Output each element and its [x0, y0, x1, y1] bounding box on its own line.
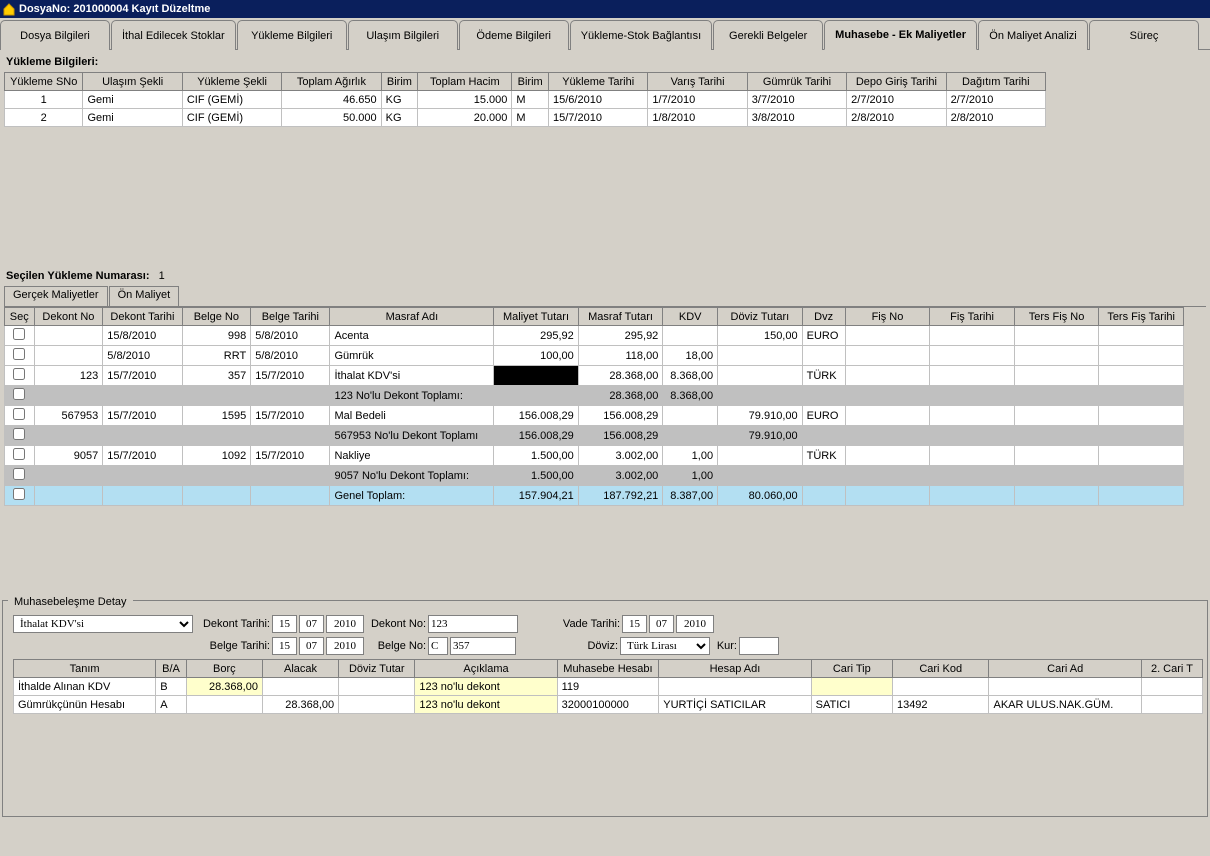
section1-title: Yükleme Bilgileri:: [4, 52, 1206, 72]
belge-no-prefix[interactable]: [428, 637, 448, 655]
table-row[interactable]: 123 No'lu Dekont Toplamı:28.368,008.368,…: [5, 386, 1184, 406]
vade-tarihi-label: Vade Tarihi:: [520, 618, 620, 630]
dekont-month[interactable]: [299, 615, 324, 633]
row-checkbox[interactable]: [13, 488, 25, 500]
dekont-tarihi-label: Dekont Tarihi:: [195, 618, 270, 630]
row-checkbox[interactable]: [13, 348, 25, 360]
tab--n-maliyet-analizi[interactable]: Ön Maliyet Analizi: [978, 20, 1088, 50]
belge-year[interactable]: [326, 637, 364, 655]
kur-input[interactable]: [739, 637, 779, 655]
dekont-year[interactable]: [326, 615, 364, 633]
detail-box: Muhasebeleşme Detay İthalat KDV'si Dekon…: [2, 600, 1208, 817]
table-row[interactable]: 5/8/2010RRT5/8/2010Gümrük100,00118,0018,…: [5, 346, 1184, 366]
cost-table: SeçDekont NoDekont TarihiBelge NoBelge T…: [4, 307, 1184, 506]
table-row[interactable]: 12315/7/201035715/7/2010İthalat KDV'si28…: [5, 366, 1184, 386]
belge-month[interactable]: [299, 637, 324, 655]
tab-dosya-bilgileri[interactable]: Dosya Bilgileri: [0, 20, 110, 50]
tab-gerekli-belgeler[interactable]: Gerekli Belgeler: [713, 20, 823, 50]
detail-type-select[interactable]: İthalat KDV'si: [13, 615, 193, 633]
table-row[interactable]: İthalde Alınan KDVB28.368,00123 no'lu de…: [14, 678, 1203, 696]
table-row[interactable]: 905715/7/2010109215/7/2010Nakliye1.500,0…: [5, 446, 1184, 466]
doviz-select[interactable]: Türk Lirası: [620, 637, 710, 655]
main-tabs: Dosya Bilgileriİthal Edilecek StoklarYük…: [0, 18, 1210, 50]
belge-day[interactable]: [272, 637, 297, 655]
row-checkbox[interactable]: [13, 328, 25, 340]
belge-tarihi-label: Belge Tarihi:: [195, 640, 270, 652]
dekont-no-input[interactable]: [428, 615, 518, 633]
dekont-day[interactable]: [272, 615, 297, 633]
tab-y-kleme-stok-ba-lant-s-[interactable]: Yükleme-Stok Bağlantısı: [570, 20, 712, 50]
selected-load-label: Seçilen Yükleme Numarası: 1: [4, 266, 1206, 286]
tab--deme-bilgileri[interactable]: Ödeme Bilgileri: [459, 20, 569, 50]
table-row[interactable]: 1GemiCIF (GEMİ)46.650KG15.000M15/6/20101…: [5, 91, 1046, 109]
kur-label: Kur:: [712, 640, 737, 652]
table-row[interactable]: Genel Toplam:157.904,21187.792,218.387,0…: [5, 486, 1184, 506]
subtab-0[interactable]: Gerçek Maliyetler: [4, 286, 108, 306]
subtab-1[interactable]: Ön Maliyet: [109, 286, 180, 306]
vade-day[interactable]: [622, 615, 647, 633]
tab-i-thal-edilecek-stoklar[interactable]: İthal Edilecek Stoklar: [111, 20, 236, 50]
sub-tabs: Gerçek MaliyetlerÖn Maliyet: [4, 286, 1206, 306]
belge-no-label: Belge No:: [366, 640, 426, 652]
belge-no-input[interactable]: [450, 637, 516, 655]
tab-muhasebe-ek-maliyetler[interactable]: Muhasebe - Ek Maliyetler: [824, 20, 977, 50]
row-checkbox[interactable]: [13, 388, 25, 400]
table-row[interactable]: 15/8/20109985/8/2010Acenta295,92295,9215…: [5, 326, 1184, 346]
tab-s-re-[interactable]: Süreç: [1089, 20, 1199, 50]
window-title: DosyaNo: 201000004 Kayıt Düzeltme: [19, 3, 210, 15]
tab-y-kleme-bilgileri[interactable]: Yükleme Bilgileri: [237, 20, 347, 50]
tab-ula-m-bilgileri[interactable]: Ulaşım Bilgileri: [348, 20, 458, 50]
row-checkbox[interactable]: [13, 448, 25, 460]
detail-title: Muhasebeleşme Detay: [8, 594, 133, 610]
dekont-no-label: Dekont No:: [366, 618, 426, 630]
titlebar: DosyaNo: 201000004 Kayıt Düzeltme: [0, 0, 1210, 18]
home-icon: [2, 2, 16, 16]
loading-table: Yükleme SNoUlaşım ŞekliYükleme ŞekliTopl…: [4, 72, 1046, 127]
table-row[interactable]: 2GemiCIF (GEMİ)50.000KG20.000M15/7/20101…: [5, 109, 1046, 127]
table-row[interactable]: Gümrükçünün HesabıA28.368,00123 no'lu de…: [14, 696, 1203, 714]
row-checkbox[interactable]: [13, 428, 25, 440]
table-row[interactable]: 56795315/7/2010159515/7/2010Mal Bedeli15…: [5, 406, 1184, 426]
doviz-label: Döviz:: [518, 640, 618, 652]
row-checkbox[interactable]: [13, 408, 25, 420]
accounting-table: TanımB/ABorçAlacakDöviz TutarAçıklamaMuh…: [13, 659, 1203, 714]
table-row[interactable]: 9057 No'lu Dekont Toplamı:1.500,003.002,…: [5, 466, 1184, 486]
row-checkbox[interactable]: [13, 368, 25, 380]
row-checkbox[interactable]: [13, 468, 25, 480]
vade-month[interactable]: [649, 615, 674, 633]
table-row[interactable]: 567953 No'lu Dekont Toplamı156.008,29156…: [5, 426, 1184, 446]
vade-year[interactable]: [676, 615, 714, 633]
